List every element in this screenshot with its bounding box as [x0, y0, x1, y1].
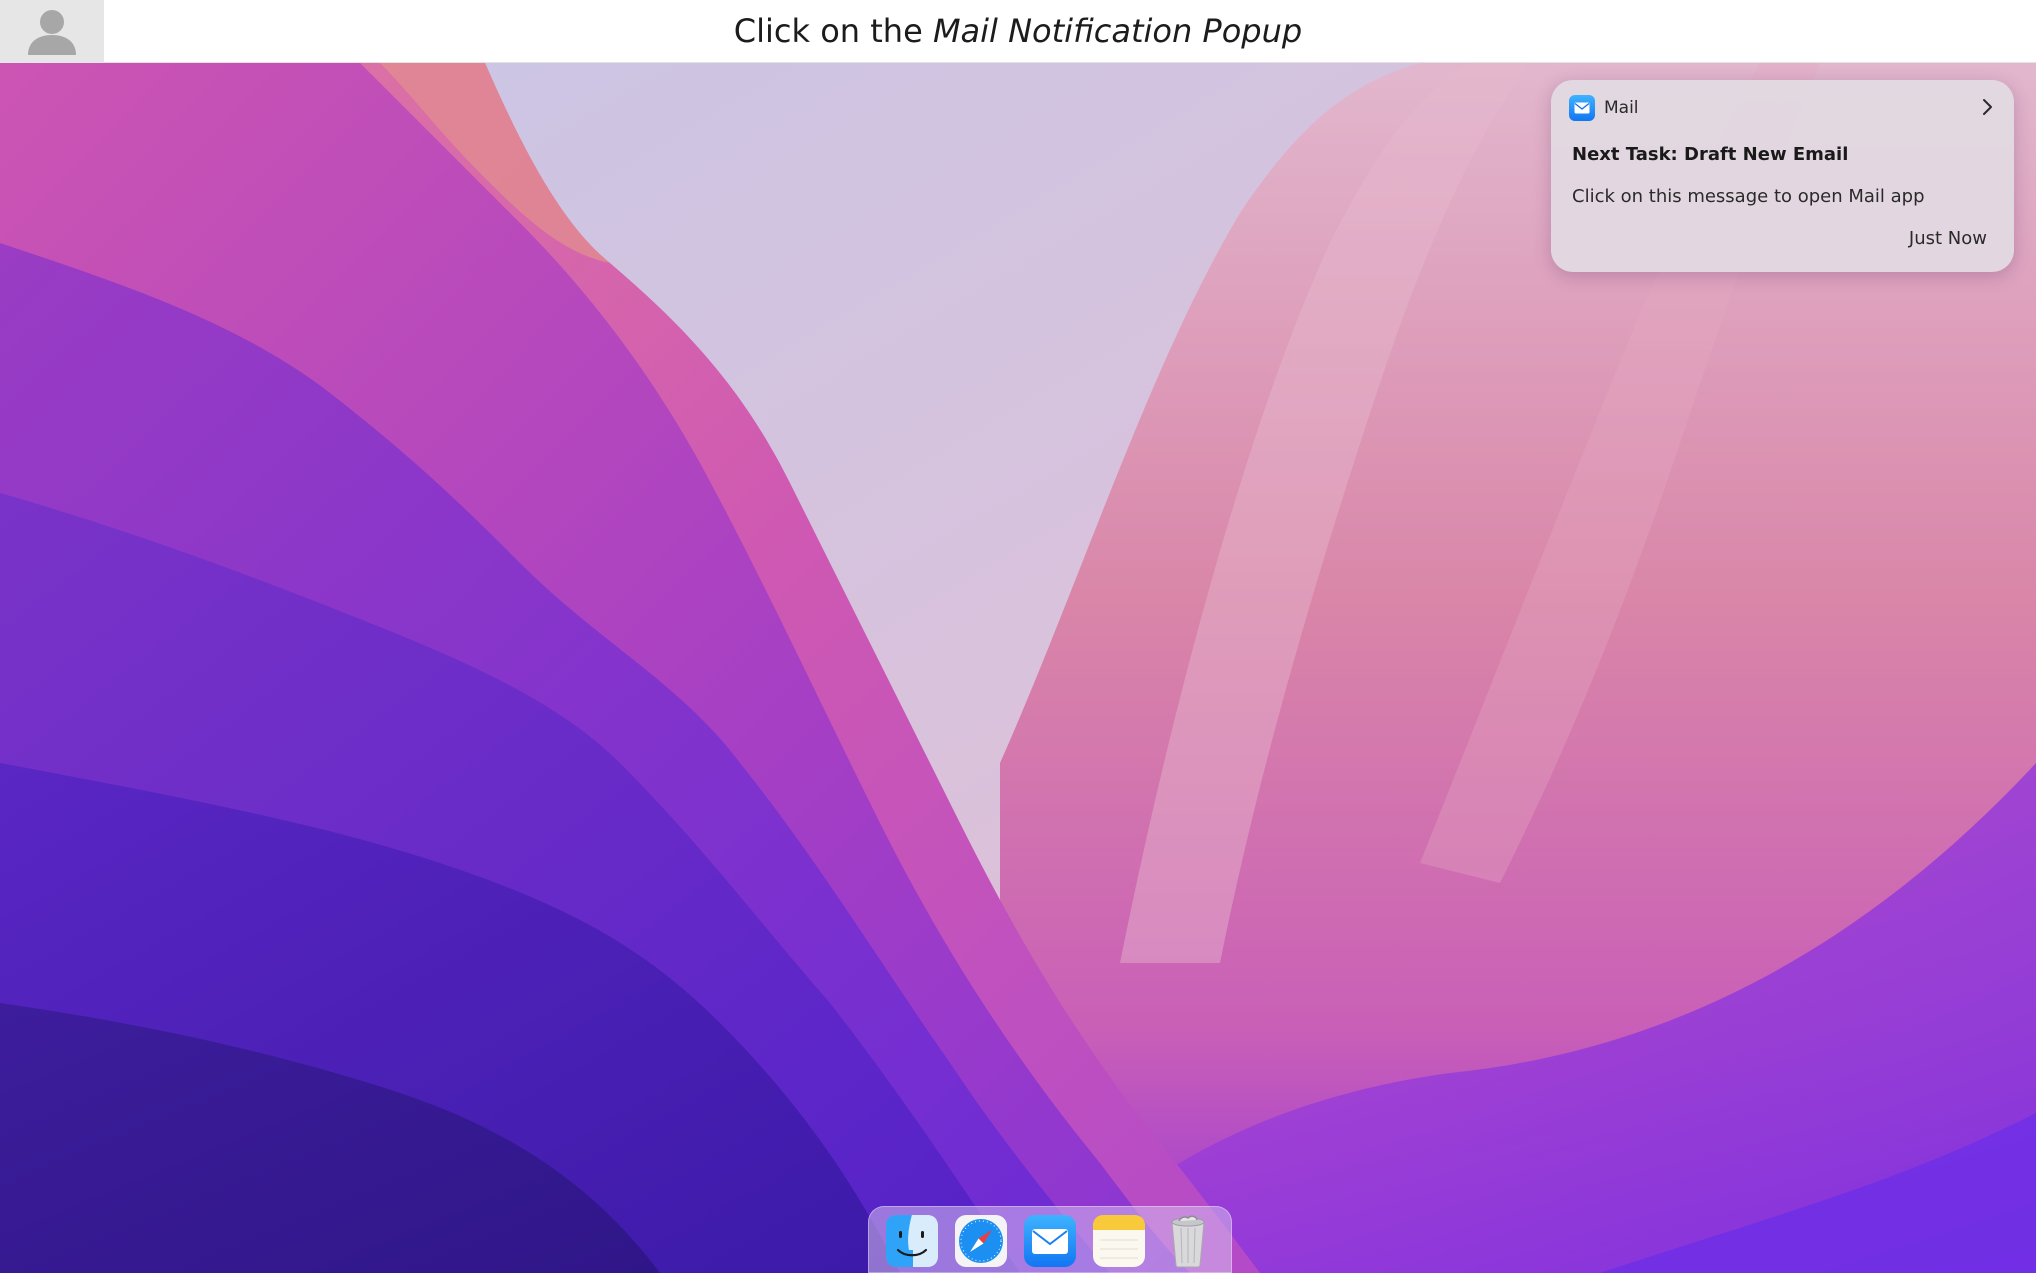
notification-app-name: Mail: [1604, 98, 1639, 118]
task-instruction: Click on the Mail Notification Popup: [0, 0, 2036, 63]
mail-notification-popup[interactable]: Mail Next Task: Draft New Email Click on…: [1551, 80, 2014, 272]
mail-app-icon: [1569, 95, 1595, 121]
instruction-target: Mail Notification Popup: [932, 12, 1303, 50]
dock-item-safari[interactable]: [954, 1214, 1008, 1268]
notification-title: Next Task: Draft New Email: [1572, 144, 1849, 165]
finder-icon: [886, 1215, 938, 1267]
dock-item-trash[interactable]: [1161, 1214, 1215, 1268]
dock: [868, 1206, 1232, 1273]
instruction-bar: Click on the Mail Notification Popup: [0, 0, 2036, 63]
safari-icon: [955, 1215, 1007, 1267]
dock-item-finder[interactable]: [885, 1214, 939, 1268]
instruction-prefix: Click on the: [733, 12, 933, 50]
trash-icon: [1171, 1215, 1205, 1268]
chevron-right-icon[interactable]: [1976, 96, 1998, 118]
notification-body: Click on this message to open Mail app: [1572, 186, 1925, 207]
notes-icon: [1093, 1215, 1145, 1267]
notification-timestamp: Just Now: [1908, 228, 1987, 249]
dock-item-notes[interactable]: [1092, 1214, 1146, 1268]
mail-icon: [1024, 1215, 1076, 1267]
dock-item-mail[interactable]: [1023, 1214, 1077, 1268]
